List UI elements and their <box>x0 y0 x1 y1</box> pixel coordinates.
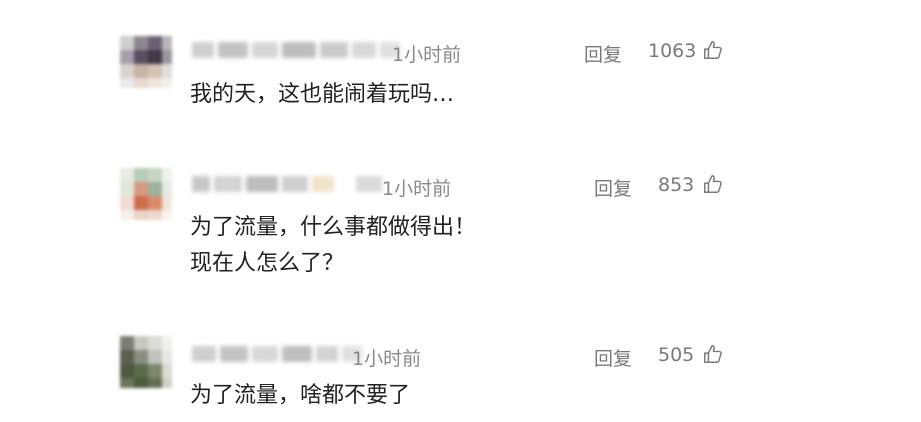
thumbs-up-icon[interactable] <box>702 343 724 365</box>
reply-button[interactable]: 回复 <box>584 40 622 67</box>
comment-line: 我的天，这也能闹着玩吗… <box>190 82 455 107</box>
avatar[interactable] <box>120 168 172 220</box>
avatar[interactable] <box>120 36 172 88</box>
comment-line: 为了流量，什么事都做得出！ <box>190 215 477 240</box>
comment-text: 我的天，这也能闹着玩吗… <box>190 77 454 113</box>
comment-time: 1小时前 <box>392 44 462 66</box>
username-redacted[interactable] <box>192 344 362 364</box>
comment-time: 1小时前 <box>382 178 452 200</box>
comment-text: 为了流量，啥都不要了 <box>190 378 410 414</box>
avatar[interactable] <box>120 336 172 388</box>
like-count[interactable]: 1063 <box>648 40 696 62</box>
reply-button[interactable]: 回复 <box>594 344 632 371</box>
username-redacted[interactable] <box>192 40 400 60</box>
username-redacted[interactable] <box>192 174 382 194</box>
like-count[interactable]: 853 <box>658 174 694 196</box>
comment-text: 为了流量，什么事都做得出！ 现在人怎么了？ <box>190 210 476 282</box>
comment-line: 现在人怎么了？ <box>190 251 345 276</box>
like-count[interactable]: 505 <box>658 344 694 366</box>
comment-time: 1小时前 <box>352 348 422 370</box>
comment-line: 为了流量，啥都不要了 <box>190 383 411 408</box>
thumbs-up-icon[interactable] <box>702 173 724 195</box>
thumbs-up-icon[interactable] <box>702 39 724 61</box>
reply-button[interactable]: 回复 <box>594 174 632 201</box>
